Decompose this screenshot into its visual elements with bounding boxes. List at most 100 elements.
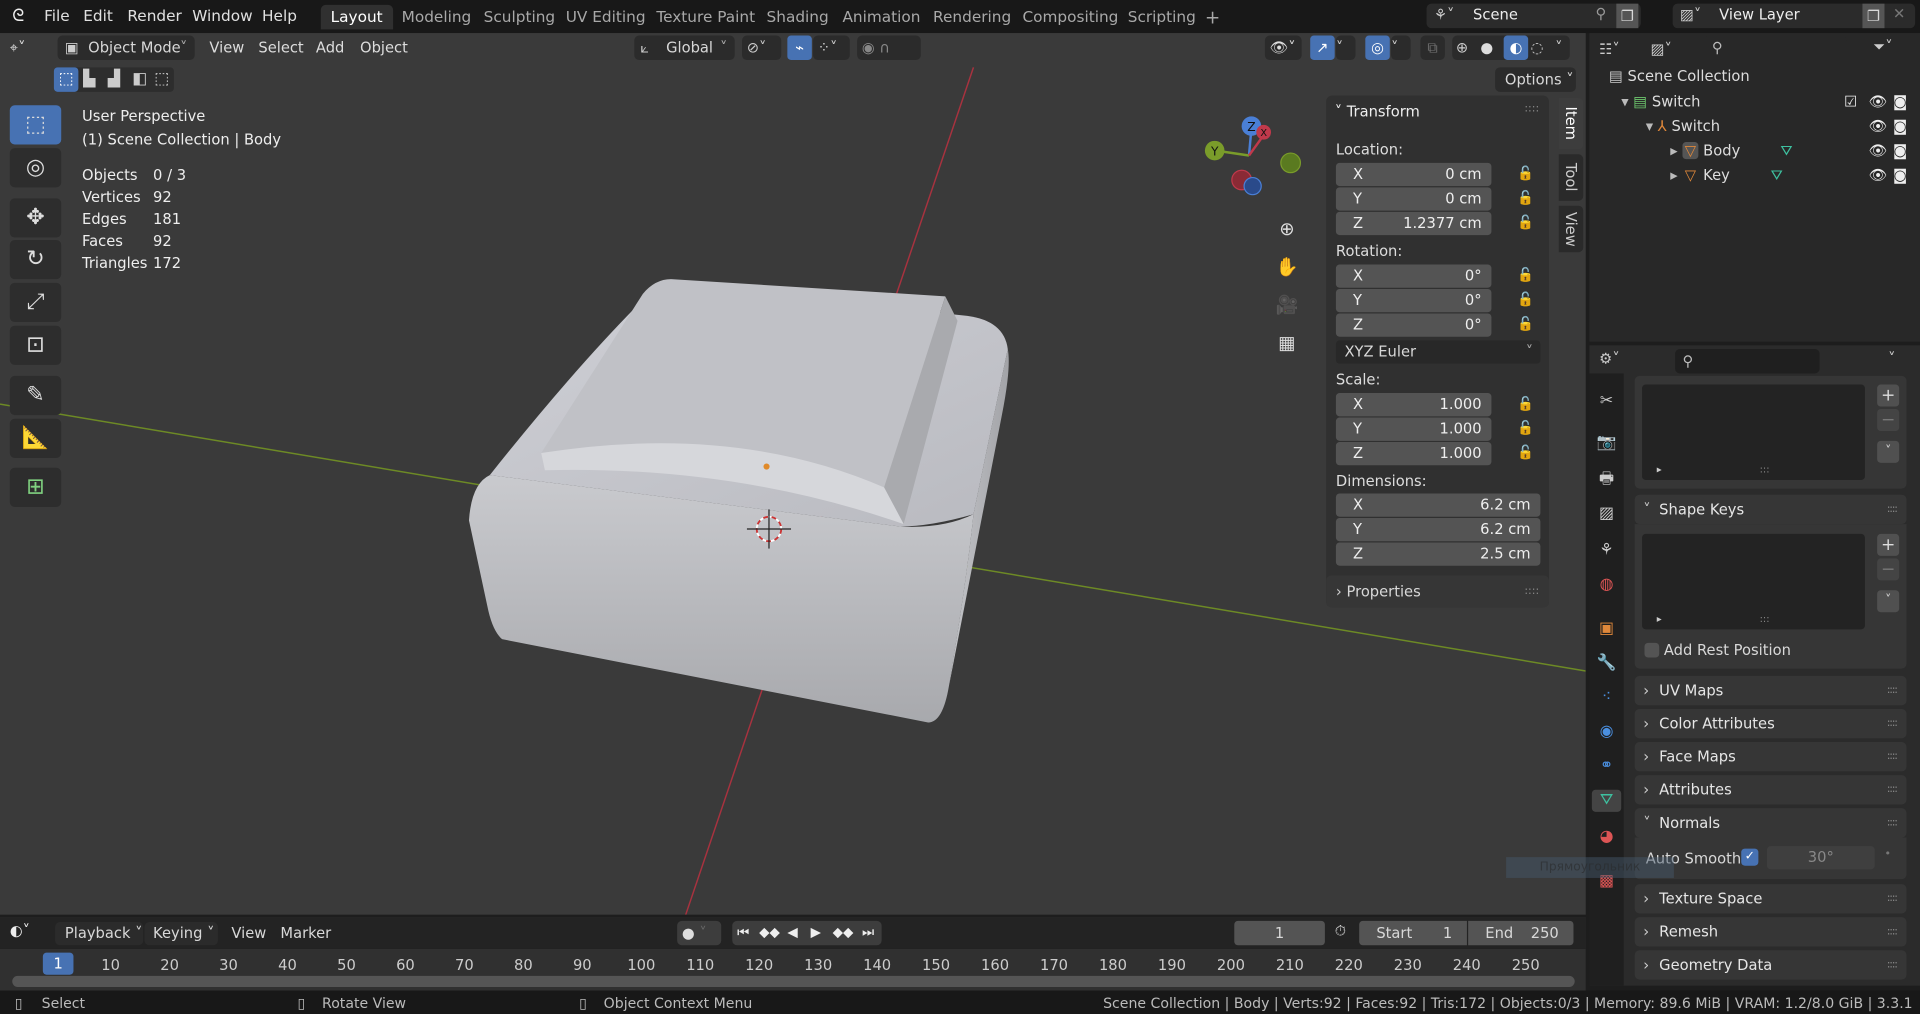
remesh-panel-header[interactable]: › Remesh:::: <box>1634 917 1907 947</box>
menu-view[interactable]: View <box>209 37 244 60</box>
menu-view[interactable]: View <box>231 924 266 941</box>
location-x-field[interactable]: X0 cm <box>1335 162 1492 187</box>
select-intersect-icon[interactable]: ⬚ <box>154 67 169 91</box>
select-new-icon[interactable]: ⬚ <box>53 67 79 92</box>
menu-window[interactable]: Window <box>192 6 252 24</box>
remove-shape-key-button[interactable]: − <box>1877 558 1900 581</box>
select-extend-icon[interactable]: ▙ <box>83 67 95 91</box>
remove-vertex-group-button[interactable]: − <box>1877 408 1900 432</box>
vertex-groups-list[interactable]: ▸::: <box>1642 384 1865 481</box>
options-dropdown[interactable]: Options ˅ <box>1495 67 1576 92</box>
particles-tab-icon[interactable]: ⁖ <box>1596 687 1618 709</box>
camera-render-icon[interactable]: ◙ <box>1893 167 1907 184</box>
jump-start-icon[interactable]: ⏮ <box>737 921 749 945</box>
view-layer-selector[interactable]: ▨˅ View Layer ❐ ✕ <box>1672 3 1916 29</box>
exclude-checkbox[interactable]: ☑ <box>1844 93 1857 110</box>
playback-dropdown[interactable]: Playback ˅ <box>55 922 144 946</box>
outliner-item-key[interactable]: ▸ ▽ Key ⛛ 👁 ◙ <box>1670 167 1915 184</box>
attributes-panel-header[interactable]: › Attributes:::: <box>1634 775 1907 805</box>
face-maps-panel-header[interactable]: › Face Maps:::: <box>1634 742 1907 772</box>
keyframe-dot-icon[interactable]: • <box>1884 849 1891 861</box>
properties-search-input[interactable]: ⚲ <box>1675 348 1820 374</box>
tab-uv-editing[interactable]: UV Editing <box>556 5 655 29</box>
zoom-icon[interactable]: ⊕ <box>1273 211 1300 249</box>
solid-shading-icon[interactable]: ● <box>1480 36 1493 60</box>
rotation-y-field[interactable]: Y 0° <box>1335 288 1492 313</box>
camera-icon[interactable]: 🎥 <box>1273 287 1300 325</box>
scene-tab-icon[interactable]: ⚘ <box>1596 540 1618 562</box>
filter-view-layer-dropdown[interactable]: ▨˅ <box>1651 38 1693 60</box>
close-icon[interactable]: ✕ <box>1893 5 1905 22</box>
rendered-shading-icon[interactable]: ◌ <box>1531 36 1544 60</box>
pin-icon[interactable]: ⚲ <box>1596 5 1607 22</box>
visibility-dropdown[interactable]: 👁˅ <box>1264 35 1302 61</box>
lock-icon[interactable]: 🔓 <box>1517 291 1534 307</box>
view-layer-tab-icon[interactable]: ▨ <box>1596 503 1618 525</box>
camera-render-icon[interactable]: ◙ <box>1893 142 1907 159</box>
pan-hand-icon[interactable]: ✋ <box>1273 249 1300 287</box>
grid-perspective-icon[interactable]: ▦ <box>1273 324 1300 362</box>
measure-tool-icon[interactable]: 📐 <box>9 418 62 458</box>
shape-keys-list[interactable]: ▸::: <box>1642 533 1865 630</box>
menu-edit[interactable]: Edit <box>83 6 113 24</box>
eye-icon[interactable]: 👁 <box>1869 93 1888 110</box>
outliner-search-input[interactable]: ⚲ <box>1704 35 1847 61</box>
object-tab-icon[interactable]: ▣ <box>1596 618 1618 640</box>
select-invert-icon[interactable]: ◧ <box>132 67 147 91</box>
material-preview-shading-icon[interactable]: ◐ <box>1503 35 1529 61</box>
tab-item[interactable]: Item <box>1558 97 1584 150</box>
lock-icon[interactable]: 🔓 <box>1517 165 1534 181</box>
next-keyframe-icon[interactable]: ◆◆ <box>833 921 854 945</box>
shape-keys-panel-header[interactable]: ˅ Shape Keys:::: <box>1634 494 1907 525</box>
dimensions-z-field[interactable]: Z 2.5 cm <box>1335 542 1541 566</box>
physics-tab-icon[interactable]: ◉ <box>1596 721 1618 743</box>
tab-shading[interactable]: Shading <box>757 5 839 29</box>
tab-modeling[interactable]: Modeling <box>392 5 481 29</box>
rotate-tool-icon[interactable]: ↻ <box>9 240 62 280</box>
normals-panel-header[interactable]: ˅ Normals:::: <box>1634 808 1907 838</box>
timeline-scrollbar[interactable] <box>12 975 1575 987</box>
overlays-dropdown[interactable]: ˅ <box>1391 35 1411 61</box>
eye-icon[interactable]: 👁 <box>1869 118 1888 135</box>
menu-add[interactable]: Add <box>316 37 344 60</box>
constraints-tab-icon[interactable]: ⚭ <box>1596 756 1618 778</box>
shading-dropdown[interactable]: ˅ <box>1555 36 1562 60</box>
lock-icon[interactable]: 🔓 <box>1517 316 1534 332</box>
snap-target-dropdown[interactable]: ⁘˅ <box>813 35 850 61</box>
select-subtract-icon[interactable]: ▟ <box>108 67 120 91</box>
auto-smooth-angle-field[interactable]: 30° <box>1766 846 1875 870</box>
tab-sculpting[interactable]: Sculpting <box>474 5 565 29</box>
outliner-item-switch-armature[interactable]: ▾ ⅄ Switch 👁 ◙ <box>1646 118 1915 135</box>
material-tab-icon[interactable]: ◕ <box>1596 827 1618 849</box>
tab-scripting[interactable]: Scripting <box>1118 5 1206 29</box>
transform-panel-header[interactable]: ˅ Transform <box>1335 103 1420 120</box>
proportional-editing-toggle[interactable]: ◉ ∩ <box>857 35 921 61</box>
scale-tool-icon[interactable]: ⤢ <box>9 282 62 323</box>
add-rest-position-checkbox[interactable]: Add Rest Position <box>1644 642 1791 659</box>
scale-z-field[interactable]: Z 1.000 <box>1335 442 1492 466</box>
rotation-mode-dropdown[interactable]: XYZ Euler ˅ <box>1335 340 1541 364</box>
tab-rendering[interactable]: Rendering <box>923 5 1021 29</box>
copy-view-layer-icon[interactable]: ❐ <box>1862 3 1885 29</box>
drag-grip-icon[interactable]: :::: <box>1524 103 1539 115</box>
chevron-down-icon[interactable]: ˅ <box>1888 350 1895 367</box>
view-layer-name[interactable]: View Layer <box>1719 6 1800 23</box>
prev-keyframe-icon[interactable]: ◆◆ <box>759 921 780 945</box>
camera-render-icon[interactable]: ◙ <box>1893 118 1907 135</box>
xray-toggle-icon[interactable]: ⧉ <box>1420 35 1445 61</box>
snap-toggle-icon[interactable]: ⌁ <box>787 35 812 61</box>
start-frame-field[interactable]: Start 1 <box>1359 920 1467 946</box>
current-frame-field[interactable]: 1 <box>1234 920 1325 946</box>
data-tab-icon[interactable]: ⛛ <box>1591 789 1622 812</box>
jump-end-icon[interactable]: ⏭ <box>862 921 874 945</box>
lock-icon[interactable]: 🔓 <box>1517 190 1534 206</box>
outliner-item-scene-collection[interactable]: ▤ Scene Collection <box>1609 67 1750 84</box>
scale-x-field[interactable]: X 1.000 <box>1335 393 1492 417</box>
outliner-item-body[interactable]: ▸ ▽ Body ⛛ 👁 ◙ <box>1670 142 1915 160</box>
overlays-toggle-icon[interactable]: ◎ <box>1365 35 1390 61</box>
eye-icon[interactable]: 👁 <box>1869 142 1888 159</box>
tool-tab-icon[interactable]: ✂ <box>1596 391 1618 413</box>
lock-icon[interactable]: 🔓 <box>1517 267 1534 283</box>
gizmo-dropdown[interactable]: ˅ <box>1335 35 1356 61</box>
uv-maps-panel-header[interactable]: › UV Maps:::: <box>1634 675 1907 706</box>
